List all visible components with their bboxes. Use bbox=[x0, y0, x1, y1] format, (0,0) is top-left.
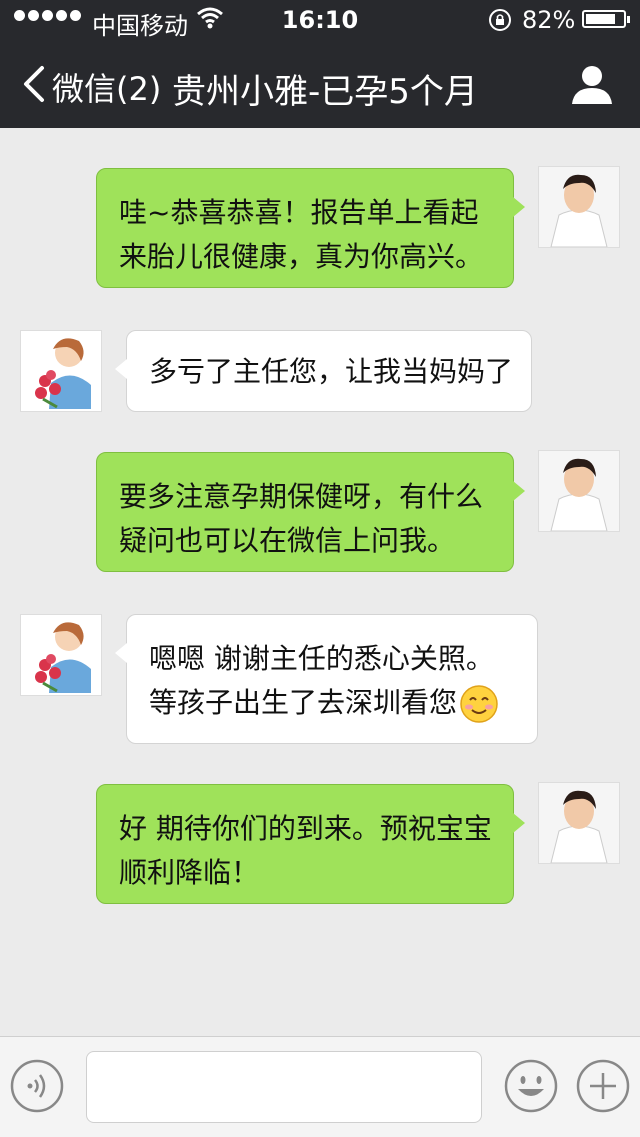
message-text-line: 来胎儿很健康，真为你高兴。 bbox=[119, 240, 484, 273]
doctor-avatar[interactable] bbox=[538, 166, 620, 248]
patient-avatar[interactable] bbox=[20, 614, 102, 696]
patient-avatar-image bbox=[21, 331, 101, 411]
outgoing-message-bubble[interactable]: 哇~恭喜恭喜！报告单上看起 来胎儿很健康，真为你高兴。 bbox=[96, 168, 525, 288]
outgoing-message-bubble[interactable]: 好 期待你们的到来。预祝宝宝 顺利降临！ bbox=[96, 784, 525, 904]
doctor-avatar[interactable] bbox=[538, 450, 620, 532]
message-text-line: 嗯嗯 谢谢主任的悉心关照。 bbox=[149, 642, 494, 675]
smiling-face-emoji-icon bbox=[460, 685, 498, 723]
message-text-line: 顺利降临！ bbox=[119, 856, 260, 889]
rotation-lock-icon bbox=[489, 9, 511, 31]
patient-avatar[interactable] bbox=[20, 330, 102, 412]
chat-input-bar bbox=[0, 1036, 640, 1137]
doctor-avatar-image bbox=[539, 167, 619, 247]
doctor-avatar[interactable] bbox=[538, 782, 620, 864]
battery-fill bbox=[586, 14, 615, 24]
outgoing-message-bubble[interactable]: 要多注意孕期保健呀，有什么 疑问也可以在微信上问我。 bbox=[96, 452, 525, 572]
message-text-line: 多亏了主任您，让我当妈妈了 bbox=[149, 355, 514, 388]
back-chevron-icon[interactable] bbox=[20, 64, 48, 104]
message-input[interactable] bbox=[86, 1051, 482, 1123]
incoming-message-bubble[interactable]: 多亏了主任您，让我当妈妈了 bbox=[115, 330, 532, 412]
battery-percentage: 82% bbox=[522, 6, 576, 34]
doctor-avatar-image bbox=[539, 451, 619, 531]
message-text-line: 好 期待你们的到来。预祝宝宝 bbox=[119, 812, 492, 845]
status-bar: 中国移动 16:10 82% bbox=[0, 0, 640, 40]
message-text-line: 哇~恭喜恭喜！报告单上看起 bbox=[119, 196, 479, 229]
doctor-avatar-image bbox=[539, 783, 619, 863]
message-text-line: 要多注意孕期保健呀，有什么 bbox=[119, 480, 484, 513]
back-button-label[interactable]: 微信(2) bbox=[52, 64, 161, 110]
incoming-message-bubble[interactable]: 嗯嗯 谢谢主任的悉心关照。 等孩子出生了去深圳看您 bbox=[115, 614, 538, 744]
navigation-bar: 微信(2) 贵州小雅-已孕5个月 bbox=[0, 40, 640, 128]
top-bar: 中国移动 16:10 82% 微信(2) 贵州小雅-已孕5个月 bbox=[0, 0, 640, 128]
patient-avatar-image bbox=[21, 615, 101, 695]
chat-title: 贵州小雅-已孕5个月 bbox=[172, 72, 478, 112]
emoji-face-icon[interactable] bbox=[504, 1059, 558, 1113]
battery-icon bbox=[582, 10, 630, 28]
message-text-segment: 等孩子出生了去深圳看您 bbox=[149, 686, 458, 719]
voice-icon[interactable] bbox=[10, 1059, 64, 1113]
contact-profile-icon[interactable] bbox=[570, 62, 614, 106]
message-text-line: 疑问也可以在微信上问我。 bbox=[119, 524, 456, 557]
message-text-line: 等孩子出生了去深圳看您 bbox=[149, 681, 515, 725]
plus-icon[interactable] bbox=[576, 1059, 630, 1113]
